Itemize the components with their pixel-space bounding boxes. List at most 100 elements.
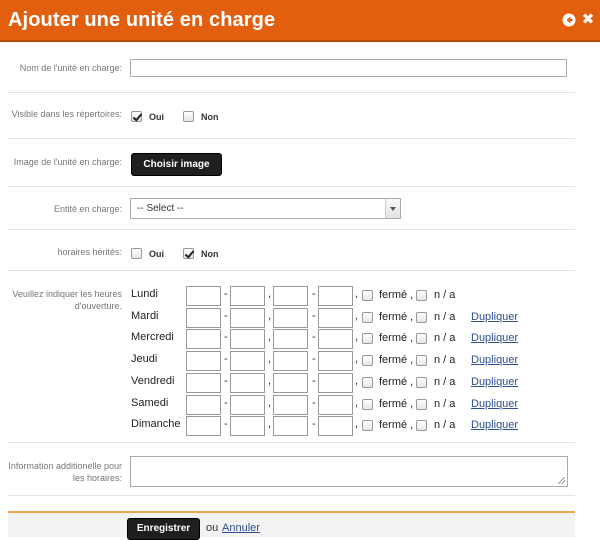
duplicate-link[interactable]: Dupliquer <box>471 332 518 344</box>
time-separator: - <box>312 418 316 430</box>
time-separator: - <box>312 397 316 409</box>
close-time-1-input[interactable] <box>230 416 265 436</box>
closed-checkbox[interactable] <box>362 312 373 323</box>
resize-grip-icon[interactable] <box>558 477 565 484</box>
na-checkbox[interactable] <box>416 355 427 366</box>
closed-checkbox[interactable] <box>362 290 373 301</box>
inherited-yes-checkbox[interactable] <box>131 248 142 259</box>
close-icon[interactable]: ✖ <box>581 12 595 27</box>
open-time-2-input[interactable] <box>273 416 308 436</box>
open-time-1-input[interactable] <box>186 373 221 393</box>
day-name-label: Dimanche <box>131 418 181 430</box>
open-time-1-input[interactable] <box>186 395 221 415</box>
open-time-2-input[interactable] <box>273 286 308 306</box>
na-checkbox[interactable] <box>416 399 427 410</box>
open-time-1-input[interactable] <box>186 416 221 436</box>
choose-image-button[interactable]: Choisir image <box>131 153 222 176</box>
open-time-2-input[interactable] <box>273 373 308 393</box>
duplicate-link[interactable]: Dupliquer <box>471 398 518 410</box>
na-label: n / a <box>434 354 456 366</box>
comma-separator: , <box>268 331 272 343</box>
additional-info-textarea[interactable] <box>130 456 568 487</box>
close-time-1-input[interactable] <box>230 329 265 349</box>
na-label: n / a <box>434 376 456 388</box>
closed-checkbox[interactable] <box>362 399 373 410</box>
time-separator: - <box>312 375 316 387</box>
visible-yes-checkbox[interactable] <box>131 111 142 122</box>
row-visible: Visible dans les répertoires: Oui Non <box>8 94 575 139</box>
comma-separator: , <box>355 353 359 365</box>
inherited-yes-label: Oui <box>149 249 164 259</box>
close-time-1-input[interactable] <box>230 308 265 328</box>
duplicate-link[interactable]: Dupliquer <box>471 419 518 431</box>
close-time-2-input[interactable] <box>318 329 353 349</box>
na-checkbox[interactable] <box>416 312 427 323</box>
na-checkbox[interactable] <box>416 333 427 344</box>
entity-select-value: -- Select -- <box>137 203 184 214</box>
day-name-label: Lundi <box>131 288 158 300</box>
na-checkbox[interactable] <box>416 420 427 431</box>
closed-checkbox[interactable] <box>362 355 373 366</box>
time-separator: - <box>312 310 316 322</box>
row-additional-info: Information additionelle pour les horair… <box>8 444 575 496</box>
hours-label: Veuillez indiquer les heures d'ouverture… <box>12 289 122 311</box>
comma-separator: , <box>268 353 272 365</box>
cancel-link[interactable]: Annuler <box>222 522 260 534</box>
comma-separator: , <box>355 288 359 300</box>
closed-checkbox[interactable] <box>362 377 373 388</box>
close-time-1-input[interactable] <box>230 351 265 371</box>
comma-separator: , <box>355 375 359 387</box>
visible-yes-label: Oui <box>149 112 164 122</box>
close-time-1-input[interactable] <box>230 373 265 393</box>
day-row: Vendredi -, -, fermé , n / a Dupliquer <box>131 373 551 393</box>
close-time-2-input[interactable] <box>318 416 353 436</box>
closed-label: fermé , <box>379 354 414 366</box>
closed-label: fermé , <box>379 332 414 344</box>
day-row: Jeudi -, -, fermé , n / a Dupliquer <box>131 351 551 371</box>
na-label: n / a <box>434 419 456 431</box>
open-time-1-input[interactable] <box>186 286 221 306</box>
day-name-label: Mardi <box>131 310 159 322</box>
close-time-1-input[interactable] <box>230 286 265 306</box>
na-label: n / a <box>434 332 456 344</box>
comma-separator: , <box>355 331 359 343</box>
close-time-2-input[interactable] <box>318 351 353 371</box>
dialog-footer: Enregistrer ou Annuler <box>8 511 575 540</box>
open-time-1-input[interactable] <box>186 351 221 371</box>
additional-info-label: Information additionelle pour les horair… <box>8 461 122 483</box>
closed-checkbox[interactable] <box>362 333 373 344</box>
unit-name-input[interactable] <box>130 59 567 77</box>
inherited-no-checkbox[interactable] <box>183 248 194 259</box>
visible-label: Visible dans les répertoires: <box>11 109 122 119</box>
open-time-2-input[interactable] <box>273 351 308 371</box>
time-separator: - <box>312 288 316 300</box>
closed-checkbox[interactable] <box>362 420 373 431</box>
close-time-2-input[interactable] <box>318 308 353 328</box>
open-time-1-input[interactable] <box>186 308 221 328</box>
close-time-1-input[interactable] <box>230 395 265 415</box>
entity-select[interactable]: -- Select -- <box>130 198 401 219</box>
close-time-2-input[interactable] <box>318 395 353 415</box>
unit-name-label: Nom de l'unité en charge: <box>19 63 122 73</box>
time-separator: - <box>224 288 228 300</box>
duplicate-link[interactable]: Dupliquer <box>471 311 518 323</box>
comma-separator: , <box>268 418 272 430</box>
na-checkbox[interactable] <box>416 290 427 301</box>
na-checkbox[interactable] <box>416 377 427 388</box>
visible-no-checkbox[interactable] <box>183 111 194 122</box>
duplicate-link[interactable]: Dupliquer <box>471 376 518 388</box>
open-time-2-input[interactable] <box>273 395 308 415</box>
circle-arrow-left-icon[interactable] <box>562 13 576 27</box>
day-row: Dimanche -, -, fermé , n / a Dupliquer <box>131 416 551 436</box>
duplicate-link[interactable]: Dupliquer <box>471 354 518 366</box>
closed-label: fermé , <box>379 398 414 410</box>
open-time-1-input[interactable] <box>186 329 221 349</box>
time-separator: - <box>224 418 228 430</box>
close-time-2-input[interactable] <box>318 286 353 306</box>
time-separator: - <box>312 331 316 343</box>
open-time-2-input[interactable] <box>273 308 308 328</box>
comma-separator: , <box>355 310 359 322</box>
close-time-2-input[interactable] <box>318 373 353 393</box>
open-time-2-input[interactable] <box>273 329 308 349</box>
row-inherited-hours: horaires hérités: Oui Non <box>8 231 575 271</box>
